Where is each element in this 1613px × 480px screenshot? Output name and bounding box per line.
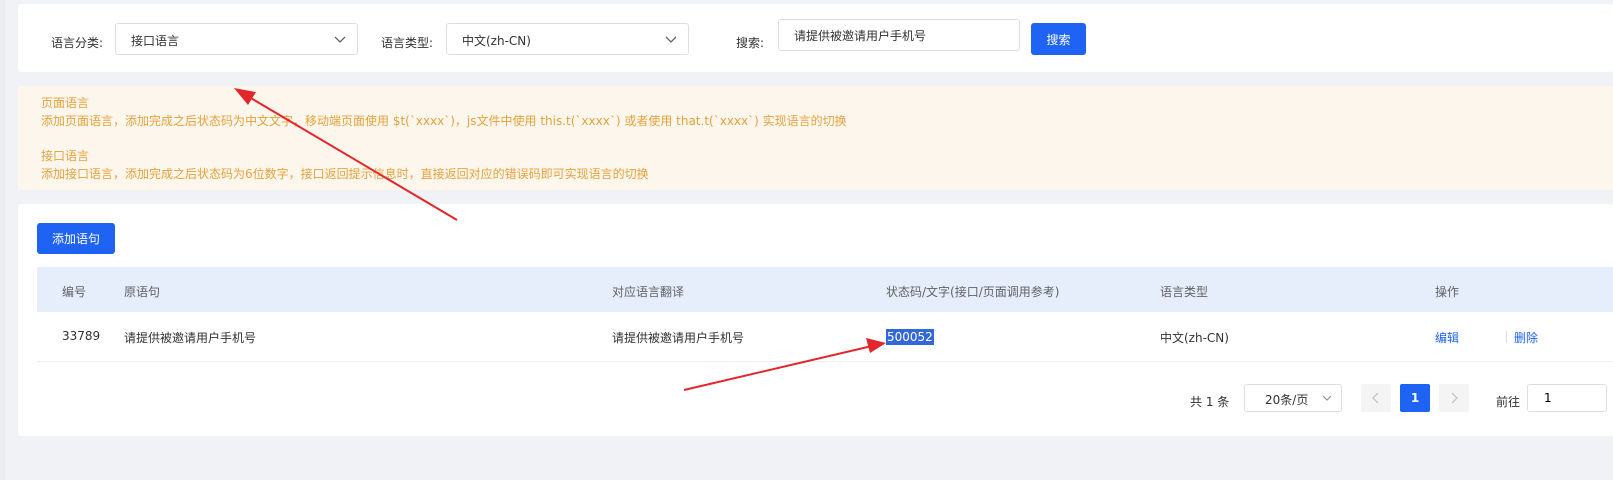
page-size-select[interactable]: 20条/页 (1244, 384, 1342, 412)
pagination-total: 共 1 条 (1190, 395, 1230, 409)
table-card: 添加语句 编号 原语句 对应语言翻译 状态码/文字(接口/页面调用参考) 语言类… (18, 204, 1613, 436)
goto-label: 前往 (1496, 395, 1521, 409)
column-header-code: 状态码/文字(接口/页面调用参考) (886, 285, 1060, 299)
search-button[interactable]: 搜索 (1031, 23, 1086, 55)
delete-link[interactable]: 删除 (1514, 329, 1538, 346)
column-header-language: 语言类型 (1160, 285, 1209, 299)
goto-page-input[interactable] (1527, 384, 1607, 412)
chevron-down-icon (1322, 395, 1332, 401)
cell-language: 中文(zh-CN) (1160, 331, 1229, 345)
category-select-value: 接口语言 (131, 34, 180, 48)
next-page-button[interactable] (1439, 384, 1469, 412)
type-select-value: 中文(zh-CN) (462, 34, 531, 48)
page-number-current[interactable]: 1 (1400, 384, 1430, 412)
chevron-down-icon (334, 36, 346, 43)
search-input[interactable] (778, 19, 1020, 51)
category-label: 语言分类: (51, 36, 104, 50)
action-divider (1506, 331, 1507, 343)
search-label: 搜索: (736, 36, 765, 50)
category-select[interactable]: 接口语言 (115, 23, 358, 55)
left-edge-strip (0, 0, 5, 480)
chevron-left-icon (1372, 392, 1379, 404)
add-sentence-button[interactable]: 添加语句 (37, 223, 115, 254)
notice-box: 页面语言 添加页面语言，添加完成之后状态码为中文文字，移动端页面使用 $t(`x… (18, 86, 1613, 190)
table-header: 编号 原语句 对应语言翻译 状态码/文字(接口/页面调用参考) 语言类型 操作 (37, 267, 1613, 312)
page-size-value: 20条/页 (1265, 393, 1309, 407)
edit-link[interactable]: 编辑 (1435, 329, 1459, 346)
notice-page-title: 页面语言 (41, 96, 90, 110)
chevron-right-icon (1451, 392, 1458, 404)
column-header-id: 编号 (62, 285, 87, 299)
column-header-actions: 操作 (1435, 285, 1460, 299)
chevron-down-icon (665, 36, 677, 43)
prev-page-button[interactable] (1361, 384, 1391, 412)
cell-source: 请提供被邀请用户手机号 (124, 331, 257, 345)
notice-api-title: 接口语言 (41, 149, 90, 163)
type-select[interactable]: 中文(zh-CN) (446, 23, 689, 55)
column-header-translation: 对应语言翻译 (612, 285, 685, 299)
type-label: 语言类型: (381, 36, 434, 50)
column-header-source: 原语句 (124, 285, 161, 299)
notice-api-desc: 添加接口语言，添加完成之后状态码为6位数字，接口返回提示信息时，直接返回对应的错… (41, 166, 649, 181)
cell-code: 500052 (886, 329, 934, 345)
table-row: 33789 请提供被邀请用户手机号 请提供被邀请用户手机号 500052 中文(… (37, 312, 1613, 362)
cell-translation: 请提供被邀请用户手机号 (612, 331, 745, 345)
notice-page-desc: 添加页面语言，添加完成之后状态码为中文文字，移动端页面使用 $t(`xxxx`)… (41, 113, 847, 128)
cell-id: 33789 (62, 329, 101, 343)
